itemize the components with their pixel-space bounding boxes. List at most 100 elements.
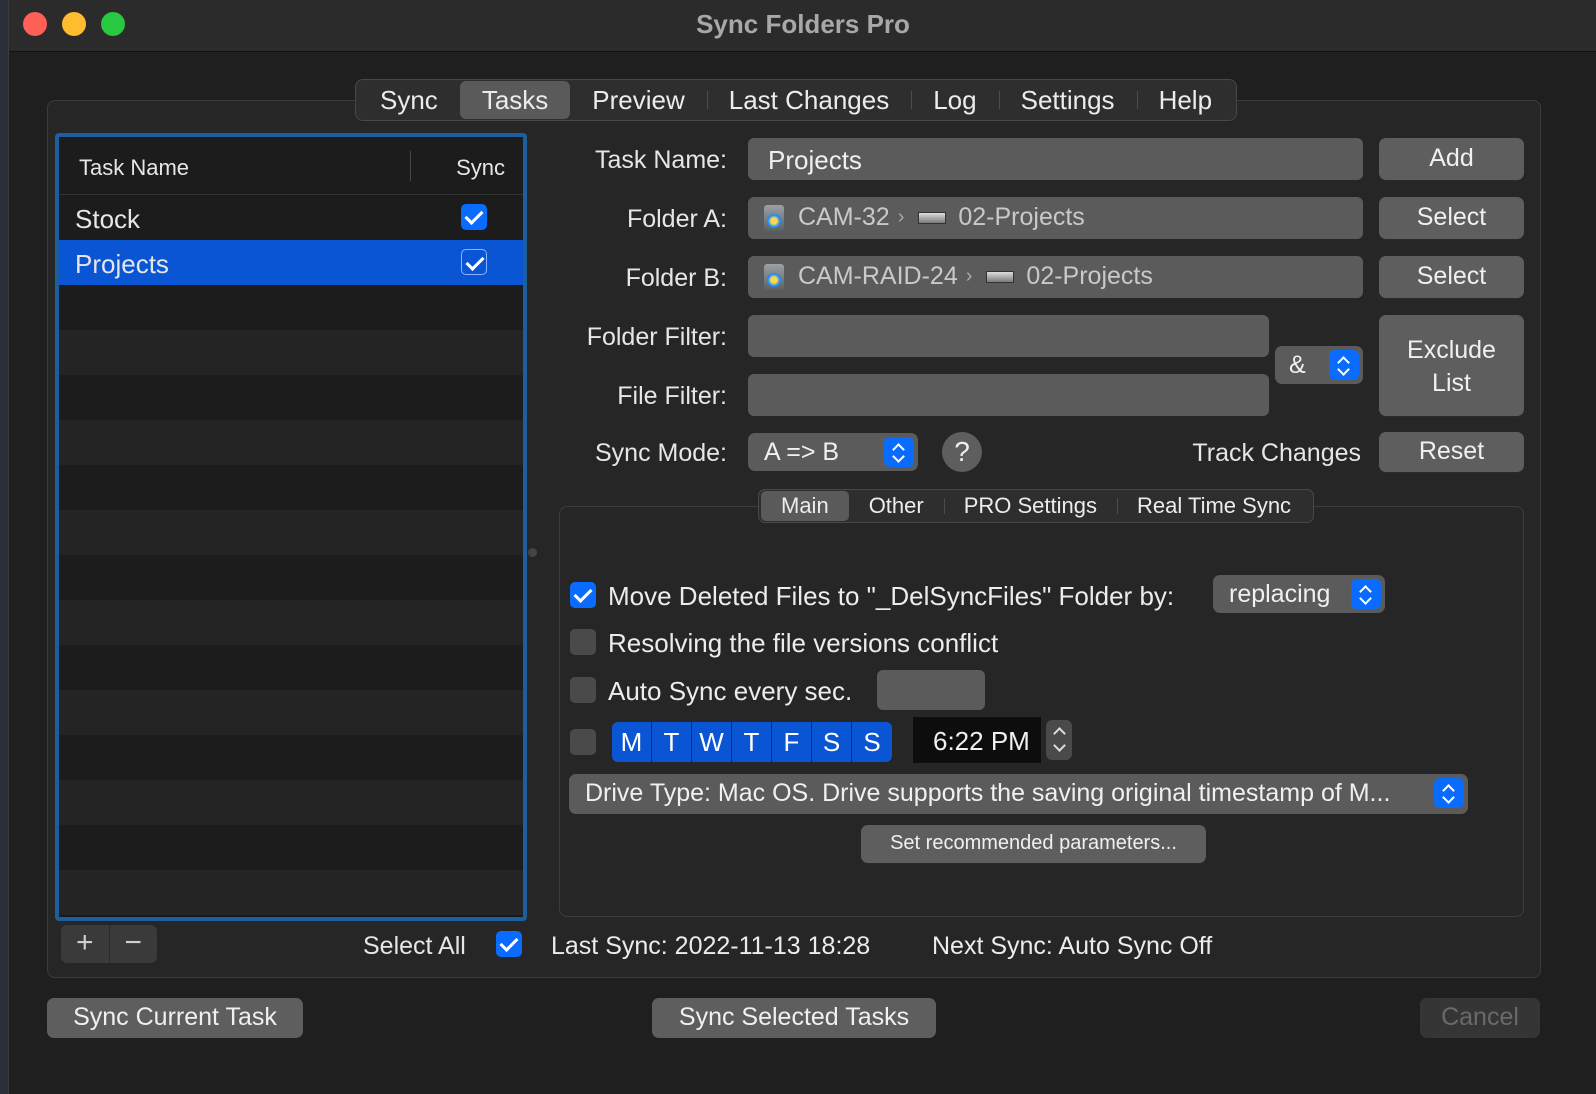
tab-real-time-sync[interactable]: Real Time Sync <box>1117 491 1311 521</box>
drive-icon <box>764 263 784 290</box>
auto-sync-checkbox[interactable] <box>570 677 596 703</box>
sync-selected-tasks-button[interactable]: Sync Selected Tasks <box>652 998 936 1038</box>
day-tuesday[interactable]: T <box>652 722 692 762</box>
folder-a-path: CAM-32 › 02-Projects <box>764 203 1085 232</box>
tab-log[interactable]: Log <box>911 81 998 119</box>
day-sunday[interactable]: S <box>852 722 892 762</box>
empty-row <box>59 645 523 690</box>
split-view-handle[interactable] <box>528 548 537 557</box>
help-button[interactable]: ? <box>942 432 982 472</box>
chevron-right-icon: › <box>897 206 905 228</box>
reset-button[interactable]: Reset <box>1379 432 1524 472</box>
filter-operator-value: & <box>1289 351 1306 379</box>
folder-b-drive[interactable]: CAM-RAID-24 <box>798 262 958 291</box>
schedule-time-field[interactable]: 6:22 PM <box>913 717 1041 763</box>
add-task-button[interactable]: + <box>61 925 110 963</box>
tab-preview[interactable]: Preview <box>570 81 706 119</box>
desktop-background <box>0 0 8 1094</box>
cancel-button[interactable]: Cancel <box>1420 998 1540 1038</box>
folder-b-path: CAM-RAID-24 › 02-Projects <box>764 262 1153 291</box>
day-wednesday[interactable]: W <box>692 722 732 762</box>
sync-mode-popup[interactable]: A => B <box>748 433 918 471</box>
time-stepper[interactable] <box>1046 720 1072 760</box>
tab-help[interactable]: Help <box>1136 81 1234 119</box>
day-monday[interactable]: M <box>612 722 652 762</box>
main-tab-bar: Sync Tasks Preview Last Changes Log Sett… <box>355 79 1238 121</box>
folder-a-drive[interactable]: CAM-32 <box>798 203 890 232</box>
auto-sync-seconds-field[interactable] <box>877 670 985 710</box>
tab-settings[interactable]: Settings <box>998 81 1137 119</box>
schedule-checkbox[interactable] <box>570 729 596 755</box>
next-sync-status: Next Sync: Auto Sync Off <box>932 932 1213 960</box>
tab-sync[interactable]: Sync <box>358 81 460 119</box>
last-sync-status: Last Sync: 2022-11-13 18:28 <box>551 932 871 960</box>
folder-b-path-control[interactable]: CAM-RAID-24 › 02-Projects <box>748 256 1363 298</box>
resolving-conflict-checkbox[interactable] <box>570 629 596 655</box>
drive-type-value: Drive Type: Mac OS. Drive supports the s… <box>585 779 1391 807</box>
exclude-list-button[interactable]: Exclude List <box>1379 315 1524 416</box>
popup-arrows-icon <box>1329 350 1359 380</box>
exclude-list-line1: Exclude <box>1407 336 1496 364</box>
folder-filter-label: Folder Filter: <box>586 323 727 351</box>
day-saturday[interactable]: S <box>812 722 852 762</box>
folder-a-label: Folder A: <box>626 205 727 233</box>
drive-type-popup[interactable]: Drive Type: Mac OS. Drive supports the s… <box>569 774 1468 814</box>
auto-sync-label: Auto Sync every sec. <box>608 676 853 706</box>
task-name-field[interactable]: Projects <box>748 138 1363 180</box>
set-recommended-button[interactable]: Set recommended parameters... <box>861 825 1206 863</box>
empty-row <box>59 465 523 510</box>
move-deleted-mode-popup[interactable]: replacing <box>1213 575 1385 613</box>
add-button[interactable]: Add <box>1379 138 1524 180</box>
folder-icon <box>986 270 1015 283</box>
track-changes-label: Track Changes <box>1192 439 1361 467</box>
empty-row <box>59 600 523 645</box>
add-remove-segmented: + − <box>61 925 157 963</box>
select-all-label: Select All <box>363 932 466 960</box>
move-deleted-checkbox[interactable] <box>570 582 596 608</box>
empty-row <box>59 825 523 870</box>
tab-other[interactable]: Other <box>849 491 944 521</box>
sync-mode-label: Sync Mode: <box>594 439 727 467</box>
remove-task-button[interactable]: − <box>110 925 158 963</box>
drive-icon <box>764 204 784 231</box>
select-folder-b-button[interactable]: Select <box>1379 256 1524 298</box>
column-divider[interactable] <box>410 151 411 181</box>
folder-b-label: Folder B: <box>625 264 727 292</box>
move-deleted-mode-value: replacing <box>1229 580 1331 608</box>
task-list[interactable]: Task Name Sync Stock Projects <box>55 133 527 921</box>
folder-b-folder[interactable]: 02-Projects <box>1026 262 1152 291</box>
tab-pro-settings[interactable]: PRO Settings <box>943 491 1117 521</box>
select-all-checkbox[interactable] <box>496 931 522 957</box>
folder-icon <box>918 211 947 224</box>
day-friday[interactable]: F <box>772 722 812 762</box>
select-folder-a-button[interactable]: Select <box>1379 197 1524 239</box>
task-rows: Stock Projects <box>59 195 523 915</box>
empty-row <box>59 510 523 555</box>
resolving-conflict-label: Resolving the file versions conflict <box>608 628 999 658</box>
folder-filter-field[interactable] <box>748 315 1269 357</box>
empty-row <box>59 735 523 780</box>
tab-main[interactable]: Main <box>761 491 849 521</box>
sync-current-task-button[interactable]: Sync Current Task <box>47 998 303 1038</box>
empty-row <box>59 870 523 915</box>
folder-a-path-control[interactable]: CAM-32 › 02-Projects <box>748 197 1363 239</box>
app-window: Sync Folders Pro Sync Tasks Preview Last… <box>8 0 1596 1094</box>
task-name-label: Task Name: <box>595 146 727 174</box>
tab-last-changes[interactable]: Last Changes <box>706 81 911 119</box>
empty-row <box>59 780 523 825</box>
column-header-task-name[interactable]: Task Name <box>79 155 189 181</box>
file-filter-field[interactable] <box>748 374 1269 416</box>
folder-a-folder[interactable]: 02-Projects <box>958 203 1084 232</box>
file-filter-label: File Filter: <box>617 382 727 410</box>
filter-operator-popup[interactable]: & <box>1275 346 1363 384</box>
popup-arrows-icon <box>884 437 914 467</box>
weekday-selector: M T W T F S S <box>612 722 892 762</box>
options-tab-bar: Main Other PRO Settings Real Time Sync <box>758 489 1315 523</box>
schedule-time-value: 6:22 PM <box>933 726 1030 756</box>
empty-row <box>59 555 523 600</box>
chevron-right-icon: › <box>965 265 973 287</box>
tab-tasks[interactable]: Tasks <box>459 81 571 119</box>
exclude-list-line2: List <box>1432 369 1471 397</box>
day-thursday[interactable]: T <box>732 722 772 762</box>
move-deleted-label: Move Deleted Files to "_DelSyncFiles" Fo… <box>608 581 1175 611</box>
